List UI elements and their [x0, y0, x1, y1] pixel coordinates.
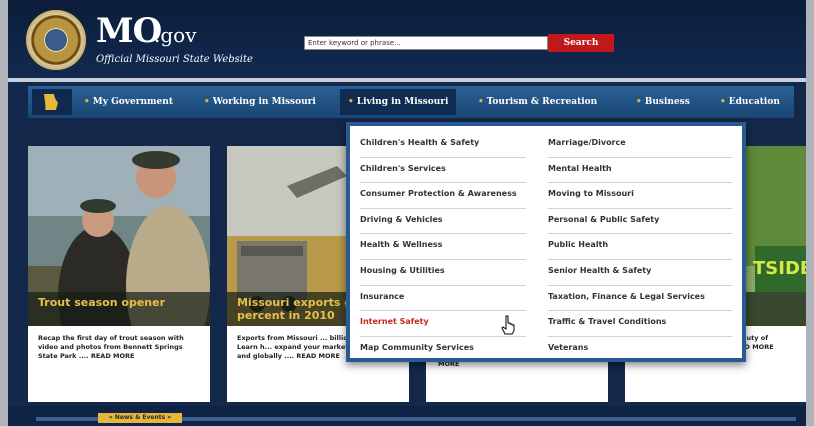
- slide-description: Recap the first day of trout season with…: [38, 334, 184, 360]
- menu-item-senior-health-safety[interactable]: Senior Health & Safety: [548, 260, 732, 286]
- menu-item-marriage-divorce[interactable]: Marriage/Divorce: [548, 132, 732, 158]
- nav-item-education[interactable]: • Education: [720, 89, 780, 115]
- menu-item-public-health[interactable]: Public Health: [548, 234, 732, 260]
- nav-item-business[interactable]: • Business: [636, 89, 690, 115]
- menu-item-childrens-services[interactable]: Children's Services: [360, 158, 526, 184]
- site-logo[interactable]: MO: [96, 14, 162, 48]
- feature-slide[interactable]: Trout season opener Recap the first day …: [28, 146, 210, 402]
- svg-text:TSIDE: TSIDE: [753, 258, 806, 279]
- menu-item-personal-public-safety[interactable]: Personal & Public Safety: [548, 209, 732, 235]
- bullet-icon: •: [84, 97, 90, 107]
- menu-item-consumer-protection[interactable]: Consumer Protection & Awareness: [360, 183, 526, 209]
- nav-item-tourism-recreation[interactable]: • Tourism & Recreation: [478, 89, 597, 115]
- search-input[interactable]: Enter keyword or phrase...: [304, 36, 548, 50]
- main-nav: • My Government • Working in Missouri • Liv…: [28, 86, 794, 118]
- menu-item-traffic-travel[interactable]: Traffic & Travel Conditions: [548, 311, 732, 337]
- bullet-icon: •: [478, 97, 484, 107]
- missouri-seal-logo[interactable]: [26, 10, 86, 70]
- menu-item-childrens-health[interactable]: Children's Health & Safety: [360, 132, 526, 158]
- bullet-icon: •: [204, 97, 210, 107]
- hand-pointer-icon: [501, 315, 515, 335]
- missouri-state-icon: [44, 94, 58, 110]
- site-tagline: Official Missouri State Website: [96, 54, 253, 65]
- menu-item-driving-vehicles[interactable]: Driving & Vehicles: [360, 209, 526, 235]
- menu-item-insurance[interactable]: Insurance: [360, 286, 526, 312]
- menu-item-health-wellness[interactable]: Health & Wellness: [360, 234, 526, 260]
- nav-item-my-government[interactable]: • My Government: [84, 89, 173, 115]
- slide-caption[interactable]: Trout season opener: [28, 292, 210, 326]
- menu-item-mental-health[interactable]: Mental Health: [548, 158, 732, 184]
- menu-item-housing-utilities[interactable]: Housing & Utilities: [360, 260, 526, 286]
- menu-item-veterans[interactable]: Veterans: [548, 337, 732, 363]
- site-logo-suffix[interactable]: .gov: [154, 24, 197, 46]
- search-button[interactable]: Search: [548, 34, 614, 52]
- menu-item-taxation-finance-legal[interactable]: Taxation, Finance & Legal Services: [548, 286, 732, 312]
- bullet-icon: •: [636, 97, 642, 107]
- browser-page: MO .gov Official Missouri State Website …: [8, 0, 806, 426]
- nav-item-living-in-missouri[interactable]: • Living in Missouri: [340, 89, 457, 115]
- menu-item-moving-to-missouri[interactable]: Moving to Missouri: [548, 183, 732, 209]
- bullet-icon: •: [348, 97, 354, 107]
- dropdown-column-right: Marriage/Divorce Mental Health Moving to…: [548, 132, 732, 362]
- header-divider: [8, 78, 806, 82]
- home-button[interactable]: [32, 89, 72, 115]
- news-events-button[interactable]: « News & Events »: [98, 413, 182, 423]
- nav-item-working-in-missouri[interactable]: • Working in Missouri: [204, 89, 316, 115]
- site-header: MO .gov Official Missouri State Website …: [8, 0, 806, 82]
- living-in-missouri-dropdown: Children's Health & Safety Children's Se…: [346, 122, 746, 362]
- bullet-icon: •: [720, 97, 726, 107]
- menu-item-map-community-services[interactable]: Map Community Services: [360, 337, 526, 363]
